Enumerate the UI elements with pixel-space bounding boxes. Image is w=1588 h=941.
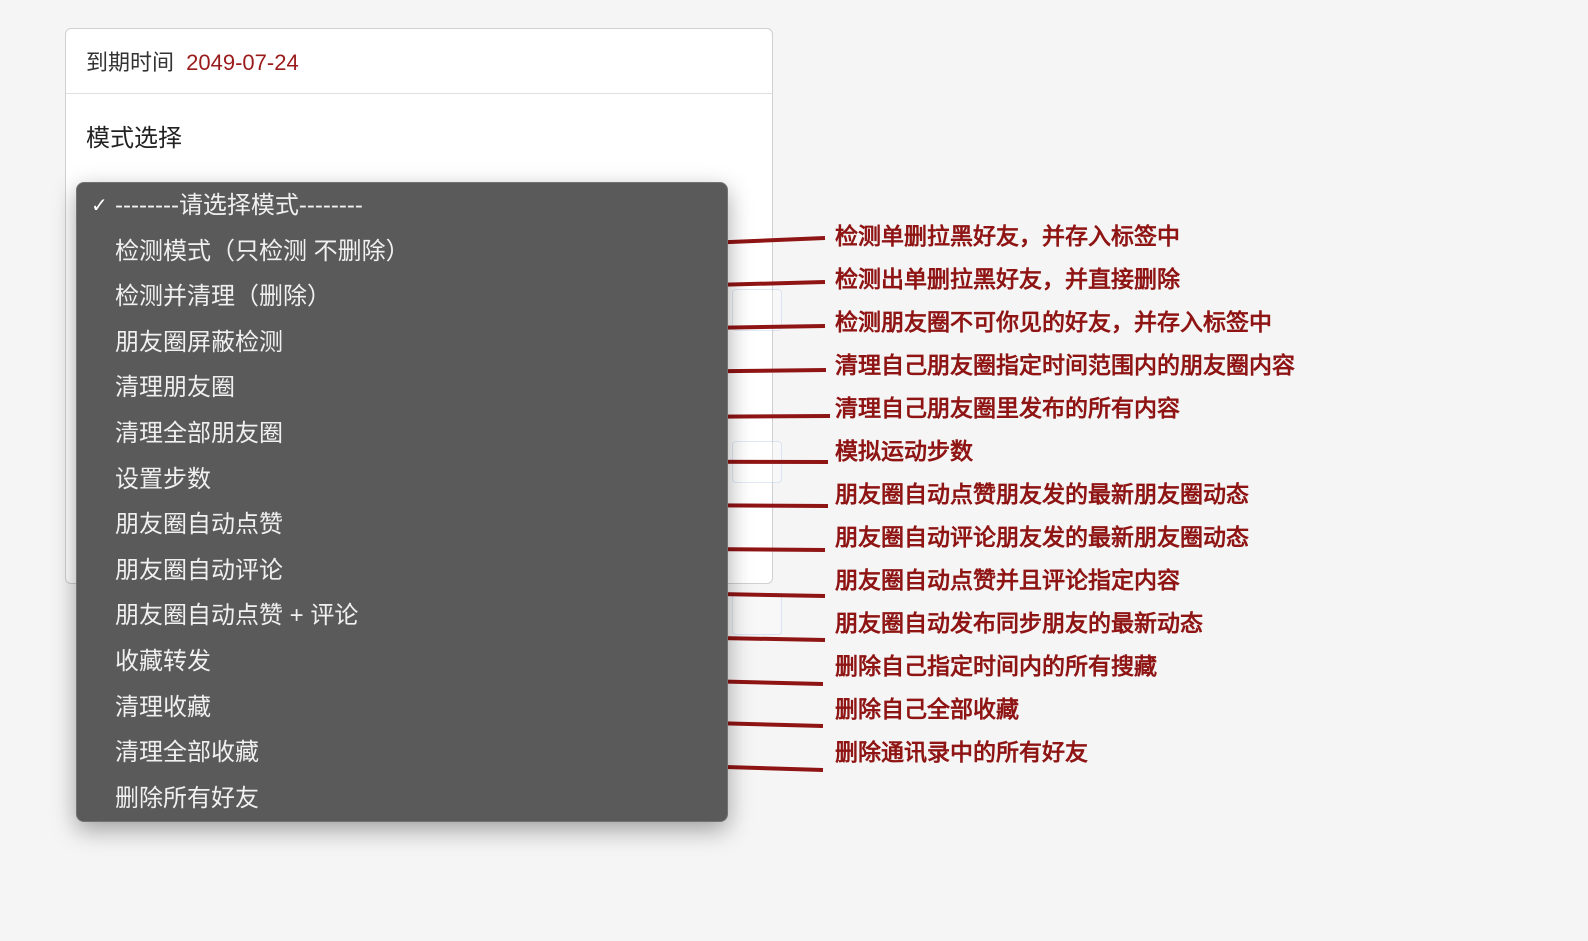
annotation-text: 清理自己朋友圈指定时间范围内的朋友圈内容 bbox=[835, 354, 1295, 377]
dropdown-item-label: 朋友圈自动点赞 bbox=[115, 508, 713, 542]
checkmark-icon: ✓ bbox=[91, 192, 115, 220]
annotation-text: 朋友圈自动评论朋友发的最新朋友圈动态 bbox=[835, 526, 1295, 549]
dropdown-item-auto-like[interactable]: 朋友圈自动点赞 bbox=[77, 502, 727, 548]
annotation-text: 朋友圈自动点赞并且评论指定内容 bbox=[835, 569, 1295, 592]
dropdown-item-auto-like-comment[interactable]: 朋友圈自动点赞 + 评论 bbox=[77, 593, 727, 639]
annotation-text: 删除通讯录中的所有好友 bbox=[835, 741, 1295, 764]
dropdown-item-clean-all-moments[interactable]: 清理全部朋友圈 bbox=[77, 411, 727, 457]
dropdown-item-clean-moments[interactable]: 清理朋友圈 bbox=[77, 365, 727, 411]
annotation-text: 朋友圈自动点赞朋友发的最新朋友圈动态 bbox=[835, 483, 1295, 506]
dropdown-item-detect-clean[interactable]: 检测并清理（删除） bbox=[77, 274, 727, 320]
dropdown-item-label: 清理收藏 bbox=[115, 691, 713, 725]
annotation-column: 检测单删拉黑好友，并存入标签中 检测出单删拉黑好友，并直接删除 检测朋友圈不可你… bbox=[835, 225, 1295, 784]
annotation-text: 检测朋友圈不可你见的好友，并存入标签中 bbox=[835, 311, 1295, 334]
annotation-text: 检测出单删拉黑好友，并直接删除 bbox=[835, 268, 1295, 291]
background-inputs bbox=[732, 289, 782, 669]
dropdown-item-label: 清理朋友圈 bbox=[115, 371, 713, 405]
annotation-text: 检测单删拉黑好友，并存入标签中 bbox=[835, 225, 1295, 248]
dropdown-item-label: 检测并清理（删除） bbox=[115, 280, 713, 314]
annotation-text: 清理自己朋友圈里发布的所有内容 bbox=[835, 397, 1295, 420]
dropdown-item-favorite-forward[interactable]: 收藏转发 bbox=[77, 639, 727, 685]
annotation-text: 朋友圈自动发布同步朋友的最新动态 bbox=[835, 612, 1295, 635]
annotation-text: 删除自己全部收藏 bbox=[835, 698, 1295, 721]
dropdown-item-label: 清理全部朋友圈 bbox=[115, 417, 713, 451]
dropdown-item-label: 检测模式（只检测 不删除） bbox=[115, 235, 713, 269]
expiry-label: 到期时间 bbox=[86, 50, 174, 75]
dropdown-item-placeholder[interactable]: ✓ --------请选择模式-------- bbox=[77, 183, 727, 229]
mode-select-label: 模式选择 bbox=[86, 118, 752, 153]
mode-dropdown-popup[interactable]: ✓ --------请选择模式-------- 检测模式（只检测 不删除） 检测… bbox=[76, 182, 728, 822]
dropdown-item-delete-all-friends[interactable]: 删除所有好友 bbox=[77, 776, 727, 822]
dropdown-item-moments-block[interactable]: 朋友圈屏蔽检测 bbox=[77, 320, 727, 366]
expiry-row: 到期时间 2049-07-24 bbox=[66, 29, 772, 94]
dropdown-item-clean-favorites[interactable]: 清理收藏 bbox=[77, 685, 727, 731]
dropdown-item-label: 设置步数 bbox=[115, 463, 713, 497]
dropdown-item-label: 朋友圈屏蔽检测 bbox=[115, 326, 713, 360]
dropdown-item-label: 朋友圈自动点赞 + 评论 bbox=[115, 599, 713, 633]
annotation-text: 删除自己指定时间内的所有搜藏 bbox=[835, 655, 1295, 678]
dropdown-item-label: 朋友圈自动评论 bbox=[115, 554, 713, 588]
dropdown-item-auto-comment[interactable]: 朋友圈自动评论 bbox=[77, 548, 727, 594]
expiry-date: 2049-07-24 bbox=[186, 50, 299, 75]
dropdown-placeholder-text: --------请选择模式-------- bbox=[115, 189, 713, 223]
dropdown-item-set-steps[interactable]: 设置步数 bbox=[77, 457, 727, 503]
dropdown-item-label: 删除所有好友 bbox=[115, 782, 713, 816]
annotation-text: 模拟运动步数 bbox=[835, 440, 1295, 463]
dropdown-item-label: 收藏转发 bbox=[115, 645, 713, 679]
dropdown-item-label: 清理全部收藏 bbox=[115, 736, 713, 770]
dropdown-item-clean-all-favorites[interactable]: 清理全部收藏 bbox=[77, 730, 727, 776]
dropdown-item-detect-only[interactable]: 检测模式（只检测 不删除） bbox=[77, 229, 727, 275]
